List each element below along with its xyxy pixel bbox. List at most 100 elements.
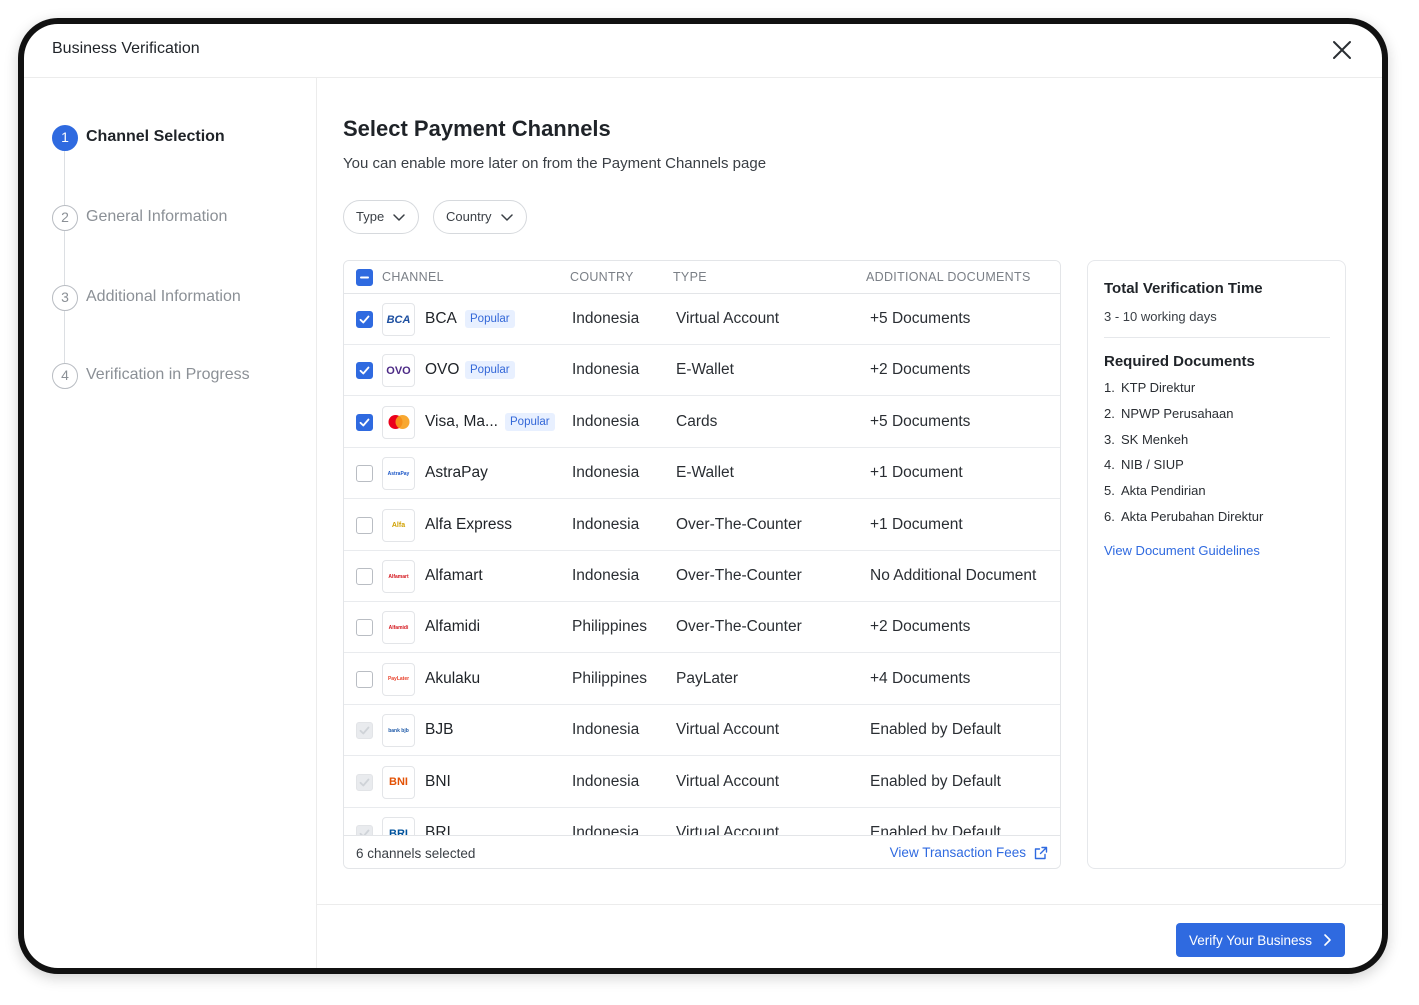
table-row[interactable]: AstraPay AstraPay Indonesia E-Wallet +1 Docu… (344, 448, 1060, 500)
page-title: Select Payment Channels (343, 116, 611, 141)
verify-button-label: Verify Your Business (1188, 932, 1313, 948)
country-cell: Indonesia (572, 310, 640, 327)
table-row[interactable]: Alfamart Alfamart Indonesia Over-The-Counte… (344, 551, 1060, 602)
channel-logo-text: BNI (389, 776, 408, 789)
document-number: 5. (1104, 483, 1115, 499)
country-cell: Philippines (572, 669, 647, 687)
popular-badge: Popular (465, 361, 515, 380)
row-checkbox[interactable] (356, 465, 373, 483)
popular-badge: Popular (465, 310, 515, 328)
type-cell: Virtual Account (676, 772, 780, 790)
required-document-item: 6. Akta Perubahan Direktur (1104, 509, 1263, 524)
stepper: 1 Channel Selection 2 General Informatio… (24, 78, 317, 968)
type-filter-dropdown[interactable]: Type (343, 200, 420, 234)
business-verification-modal: Business Verification 1 Channel Selectio… (24, 24, 1382, 968)
required-document-item: 3. SK Menkeh (1104, 432, 1188, 447)
table-footer: 6 channels selected View Transaction Fee… (344, 835, 1060, 868)
row-checkbox[interactable] (356, 516, 373, 534)
required-documents-title: Required Documents (1104, 353, 1255, 370)
step-connector (64, 149, 65, 209)
step-number: 2 (52, 205, 78, 231)
channel-logo-text: BRI (389, 827, 408, 836)
table-row[interactable]: BCA BCA Popular Indonesia Virtual Account +5 … (344, 294, 1060, 345)
verification-time-value: 3 - 10 working days (1104, 309, 1217, 324)
divider (1104, 337, 1330, 338)
verify-business-button[interactable]: Verify Your Business (1176, 923, 1345, 957)
step-number: 3 (52, 285, 78, 311)
verification-summary-card: Total Verification Time 3 - 10 working d… (1087, 260, 1346, 869)
type-cell: Virtual Account (676, 310, 780, 327)
channel-logo-text: bank bjb (388, 727, 409, 734)
row-checkbox[interactable] (356, 311, 373, 328)
close-button[interactable] (1329, 37, 1355, 63)
country-cell: Philippines (572, 618, 647, 636)
row-checkbox (356, 773, 373, 791)
document-name: SK Menkeh (1121, 431, 1189, 447)
row-checkbox[interactable] (356, 362, 373, 380)
channel-logo: BRI (382, 817, 415, 835)
table-row: BRI BRI Indonesia Virtual Account Enabled by… (344, 808, 1060, 835)
document-number: 6. (1104, 509, 1115, 524)
check-icon (359, 829, 370, 835)
country-filter-dropdown[interactable]: Country (433, 200, 527, 234)
documents-cell: No Additional Document (870, 567, 1037, 584)
type-cell: Over-The-Counter (676, 567, 802, 584)
table-row[interactable]: OVO OVO Popular Indonesia E-Wallet +2 Documen… (344, 345, 1060, 397)
channel-name: Alfamart (425, 567, 483, 584)
documents-cell: Enabled by Default (870, 824, 1001, 835)
required-document-item: 4. NIB / SIUP (1104, 457, 1184, 472)
document-name: NPWP Perusahaan (1121, 405, 1234, 421)
channel-logo-text: BCA (386, 313, 411, 326)
column-header-channel: CHANNEL (382, 270, 444, 284)
close-icon (1333, 41, 1351, 59)
table-row[interactable]: Alfamidi Alfamidi Philippines Over-The-Coun… (344, 602, 1060, 654)
document-name: Akta Pendirian (1121, 483, 1206, 499)
documents-cell: +2 Documents (870, 361, 971, 379)
channel-logo: BNI (382, 765, 415, 799)
column-header-additional-documents: ADDITIONAL DOCUMENTS (866, 270, 1031, 284)
channel-logo: BCA (382, 303, 415, 336)
type-cell: Cards (676, 412, 718, 430)
chevron-down-icon (500, 214, 513, 221)
modal-footer: Verify Your Business (317, 904, 1382, 968)
country-cell: Indonesia (572, 772, 640, 790)
documents-cell: +5 Documents (870, 310, 971, 327)
channel-logo: OVO (382, 354, 415, 388)
step-number: 1 (52, 125, 78, 151)
modal-title: Business Verification (52, 40, 200, 57)
required-document-item: 5. Akta Pendirian (1104, 483, 1206, 498)
channel-name: Akulaku (425, 669, 481, 687)
table-row[interactable]: PayLater Akulaku Philippines PayLater +4 Doc… (344, 654, 1060, 705)
documents-cell: Enabled by Default (870, 772, 1001, 790)
step-label: Channel Selection (86, 128, 225, 145)
verification-time-title: Total Verification Time (1104, 280, 1263, 297)
row-checkbox[interactable] (356, 619, 373, 637)
chevron-right-icon (1324, 934, 1331, 946)
document-name: Akta Perubahan Direktur (1121, 509, 1264, 524)
channel-logo: PayLater (382, 662, 415, 696)
document-number: 2. (1104, 405, 1115, 421)
channel-name: Alfa Express (425, 515, 513, 533)
select-all-checkbox[interactable] (356, 269, 373, 286)
minus-icon (360, 276, 369, 279)
table-row[interactable]: Alfa Alfa Express Indonesia Over-The-Counte… (344, 500, 1060, 551)
view-document-guidelines-link[interactable]: View Document Guidelines (1104, 543, 1260, 558)
country-cell: Indonesia (572, 824, 640, 835)
view-transaction-fees-link[interactable]: View Transaction Fees (890, 845, 1048, 860)
row-checkbox[interactable] (356, 413, 373, 431)
type-filter-label: Type (356, 209, 385, 224)
channel-name: BNI (425, 772, 451, 790)
external-link-icon (1034, 846, 1048, 859)
check-icon (359, 726, 370, 735)
document-number: 1. (1104, 380, 1115, 395)
channel-name: BRI (425, 824, 451, 835)
channel-name: OVO (425, 361, 460, 379)
table-row[interactable]: Visa, Ma... Popular Indonesia Cards +5 Docum… (344, 397, 1060, 448)
country-cell: Indonesia (572, 412, 640, 430)
row-checkbox[interactable] (356, 568, 373, 585)
row-checkbox[interactable] (356, 670, 373, 688)
required-document-item: 2. NPWP Perusahaan (1104, 406, 1234, 421)
channel-name: BCA (425, 310, 457, 327)
channel-logo: Alfamidi (382, 611, 415, 645)
type-cell: PayLater (676, 669, 739, 687)
